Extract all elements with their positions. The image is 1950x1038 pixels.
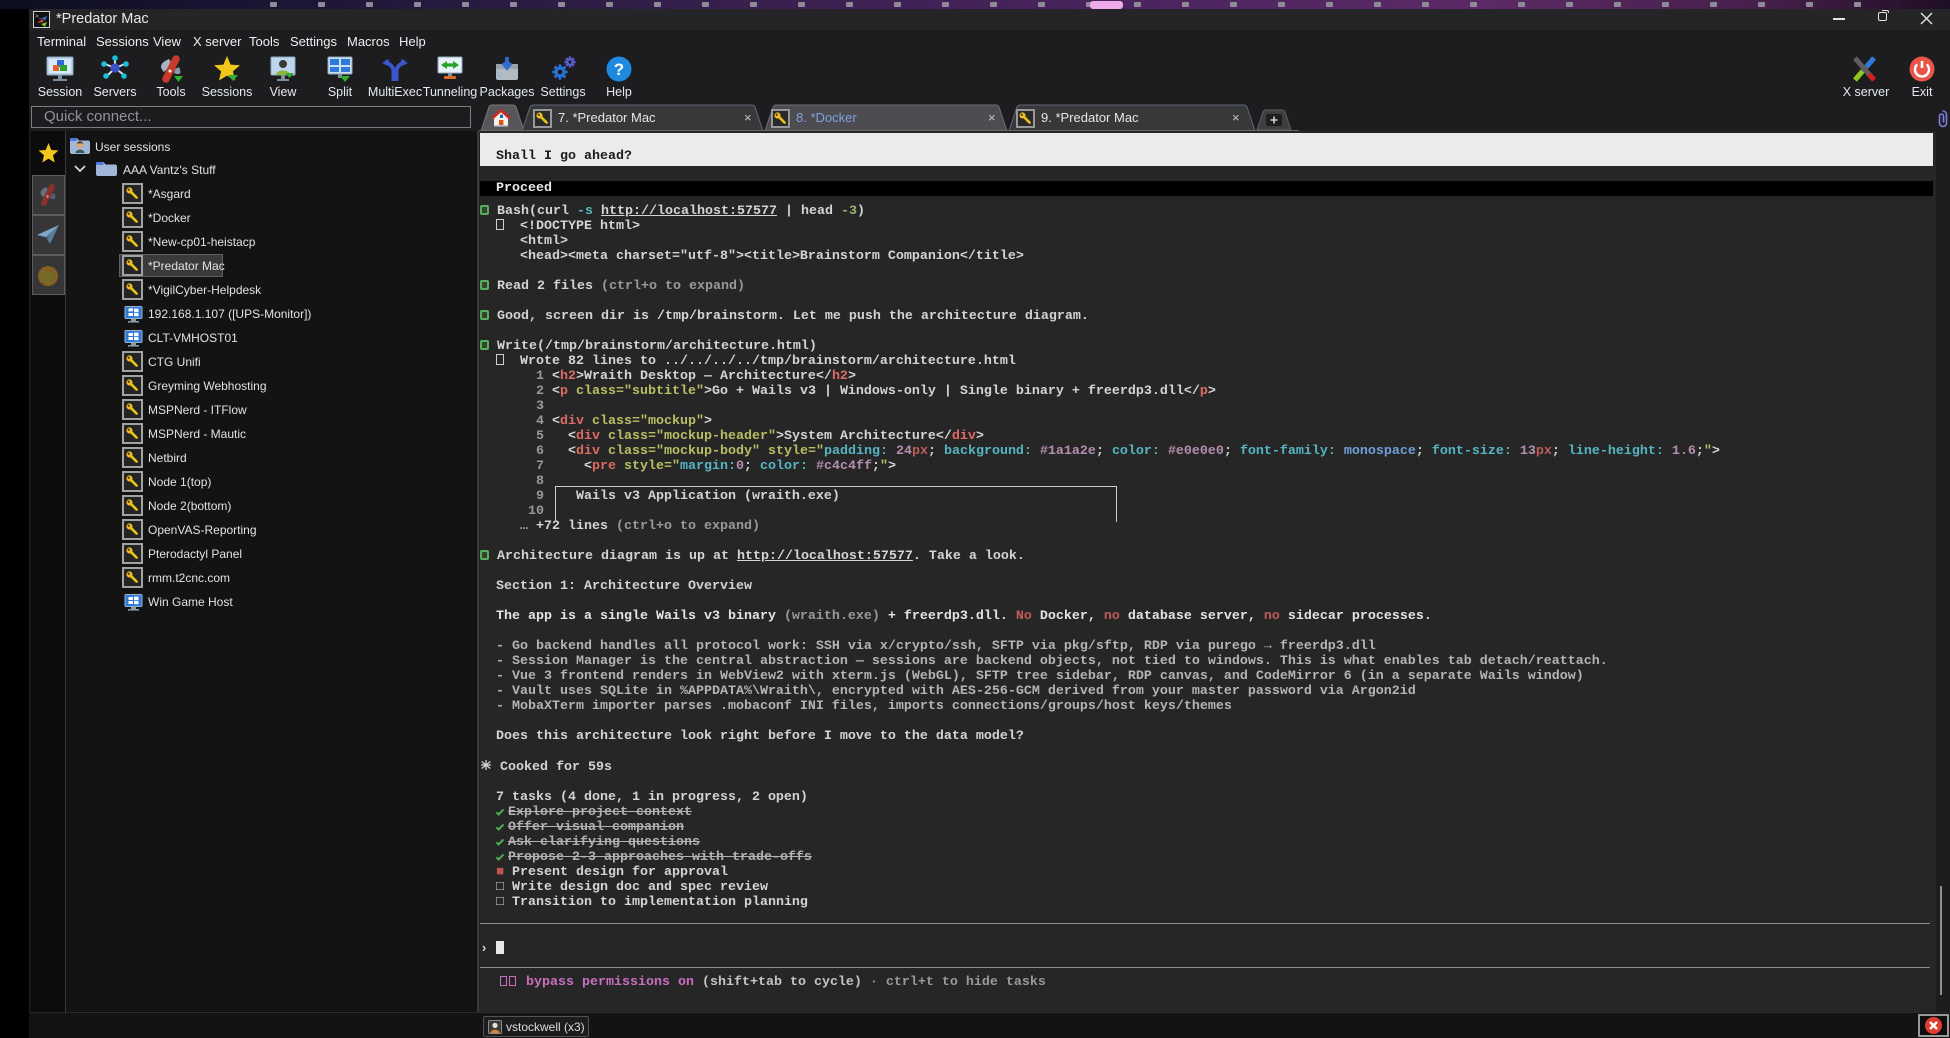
svg-text:>_: >_ xyxy=(35,13,43,20)
svg-text:?: ? xyxy=(614,60,624,79)
